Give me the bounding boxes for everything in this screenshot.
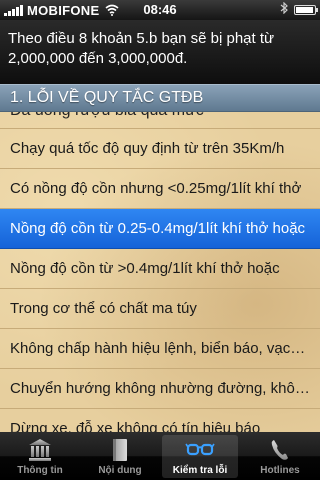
tab-check-violation[interactable]: Kiểm tra lỗi: [160, 432, 240, 480]
bank-icon: [25, 436, 55, 464]
tab-content[interactable]: Nội dung: [80, 432, 160, 480]
violation-list[interactable]: Đã uống rượu bia quá mức Chạy quá tốc độ…: [0, 112, 320, 432]
tab-bar: Thông tin Nội dung Kiểm tra lỗi Hotlines: [0, 432, 320, 480]
list-item[interactable]: Có nồng độ cồn nhưng <0.25mg/1lít khí th…: [0, 169, 320, 209]
list-item[interactable]: Dừng xe, đỗ xe không có tín hiệu báo: [0, 409, 320, 432]
glasses-icon: [185, 436, 215, 464]
bluetooth-icon: [280, 1, 288, 17]
tab-info[interactable]: Thông tin: [0, 432, 80, 480]
phone-icon: [265, 436, 295, 464]
list-item[interactable]: Chạy quá tốc độ quy định từ trên 35Km/h: [0, 129, 320, 169]
status-bar: MOBIFONE 08:46: [0, 0, 320, 20]
list-item[interactable]: Chuyển hướng không nhường đường, không: [0, 369, 320, 409]
battery-icon: [294, 5, 318, 15]
list-item[interactable]: Nồng độ cồn từ >0.4mg/1lít khí thở hoặc: [0, 249, 320, 289]
list-item[interactable]: Trong cơ thể có chất ma túy: [0, 289, 320, 329]
tab-hotlines[interactable]: Hotlines: [240, 432, 320, 480]
status-time: 08:46: [143, 2, 177, 17]
list-item[interactable]: Không chấp hành hiệu lệnh, biển báo, vạc…: [0, 329, 320, 369]
section-header: 1. LỖI VỀ QUY TẮC GTĐB: [0, 84, 320, 112]
fine-info-banner: Theo điều 8 khoản 5.b bạn sẽ bị phạt từ …: [0, 20, 320, 84]
list-item-selected[interactable]: Nồng độ cồn từ 0.25-0.4mg/1lít khí thở h…: [0, 209, 320, 249]
book-icon: [105, 436, 135, 464]
list-item-partial[interactable]: Đã uống rượu bia quá mức: [0, 112, 320, 129]
